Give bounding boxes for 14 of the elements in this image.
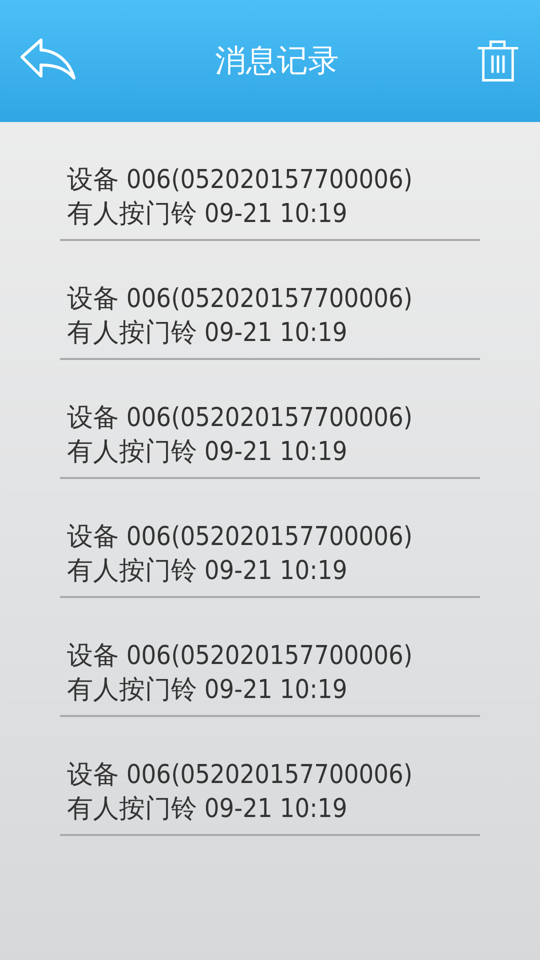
trash-icon[interactable] — [476, 39, 520, 83]
device-label: 设备 006(052020157700006) — [67, 759, 414, 792]
event-text: 有人按门铃 09-21 10:19 — [67, 555, 348, 588]
device-label: 设备 006(052020157700006) — [67, 164, 414, 197]
page-title: 消息记录 — [215, 42, 339, 81]
event-text: 有人按门铃 09-21 10:19 — [67, 793, 348, 826]
event-text: 有人按门铃 09-21 10:19 — [67, 674, 348, 707]
event-text: 有人按门铃 09-21 10:19 — [67, 317, 348, 350]
device-label: 设备 006(052020157700006) — [67, 521, 414, 554]
event-text: 有人按门铃 09-21 10:19 — [67, 436, 348, 469]
event-text: 有人按门铃 09-21 10:19 — [67, 198, 348, 231]
device-label: 设备 006(052020157700006) — [67, 402, 414, 435]
device-label: 设备 006(052020157700006) — [67, 283, 414, 316]
device-label: 设备 006(052020157700006) — [67, 640, 414, 673]
